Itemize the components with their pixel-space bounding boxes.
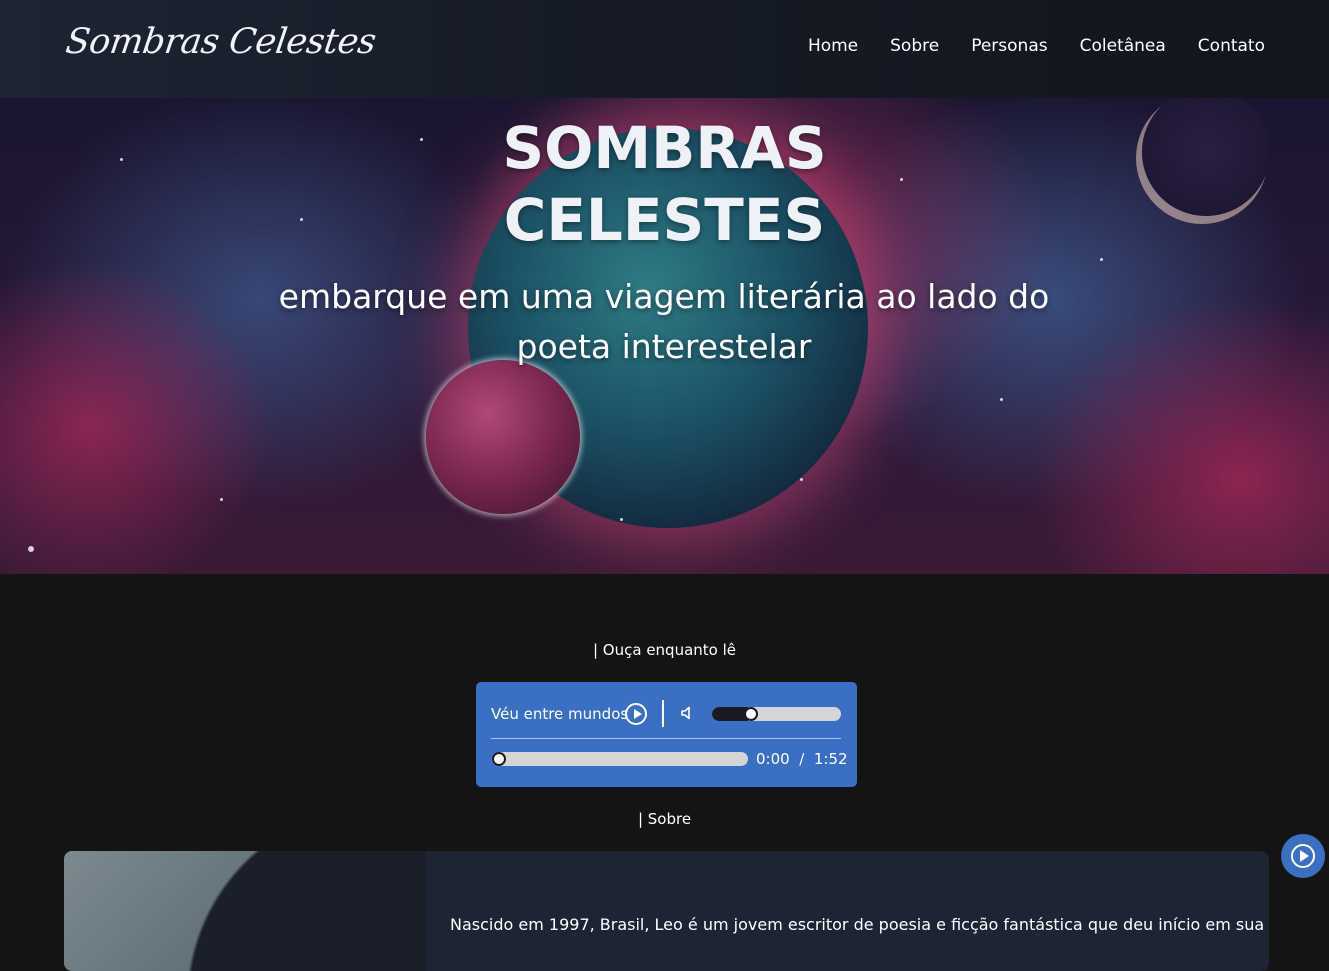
star (1000, 398, 1003, 401)
hero-title: SOMBRAS CELESTES (0, 112, 1329, 256)
nav-menu: Home Sobre Personas Coletânea Contato (808, 36, 1265, 56)
volume-slider-fill (712, 707, 749, 721)
about-card: Nascido em 1997, Brasil, Leo é um jovem … (64, 851, 1269, 971)
time-display: 0:00 / 1:52 (756, 750, 848, 768)
nav-link-personas[interactable]: Personas (971, 36, 1047, 56)
play-circle-icon[interactable] (625, 703, 647, 725)
star (800, 478, 803, 481)
nav-link-sobre[interactable]: Sobre (890, 36, 939, 56)
track-name: Véu entre mundos (491, 705, 629, 723)
nav-link-contato[interactable]: Contato (1198, 36, 1265, 56)
audio-player: Véu entre mundos 0:00 / 1:52 (476, 682, 857, 787)
nav-link-coletanea[interactable]: Coletânea (1080, 36, 1166, 56)
floating-play-button[interactable] (1281, 834, 1325, 878)
hero-title-line2: CELESTES (503, 186, 826, 254)
listen-section-label: | Ouça enquanto lê (592, 641, 737, 659)
progress-slider[interactable] (492, 752, 748, 766)
progress-slider-thumb[interactable] (492, 752, 506, 766)
star (620, 518, 623, 521)
star (220, 498, 223, 501)
player-separator-line (491, 738, 841, 739)
hero-title-line1: SOMBRAS (502, 114, 827, 182)
duration: 1:52 (813, 750, 848, 768)
navbar: Sombras Celestes Home Sobre Personas Col… (0, 0, 1329, 98)
about-text: Nascido em 1997, Brasil, Leo é um jovem … (450, 915, 1265, 934)
nav-link-home[interactable]: Home (808, 36, 858, 56)
star (1100, 258, 1103, 261)
current-time: 0:00 (756, 750, 790, 768)
hero-subtitle: embarque em uma viagem literária ao lado… (278, 277, 1050, 366)
speaker-icon[interactable] (680, 705, 696, 721)
hero-planet-small (426, 360, 580, 514)
player-divider (662, 700, 664, 727)
logo-text: Sombras Celestes (63, 22, 379, 62)
volume-slider[interactable] (712, 707, 841, 721)
author-photo (64, 851, 426, 971)
hero-banner: SOMBRAS CELESTES embarque em uma viagem … (0, 98, 1329, 574)
time-separator: / (799, 750, 805, 768)
about-section-label: | Sobre (637, 810, 692, 828)
star (28, 546, 34, 552)
site-logo[interactable]: Sombras Celestes (63, 14, 378, 72)
